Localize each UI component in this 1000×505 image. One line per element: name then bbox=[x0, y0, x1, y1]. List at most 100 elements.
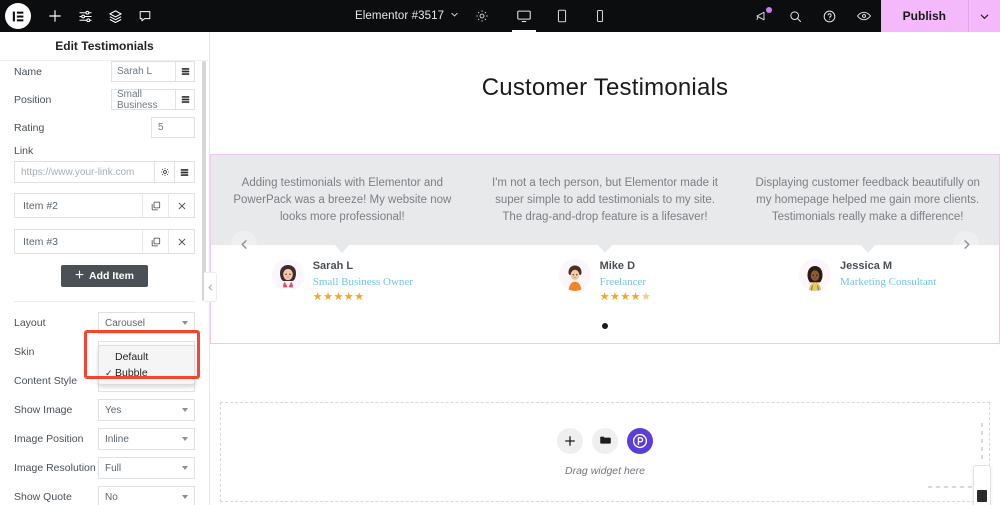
testimonials-widget[interactable]: Adding testimonials with Elementor and P… bbox=[210, 154, 1000, 344]
dropdown-option-label: Default bbox=[115, 351, 149, 363]
testimonial-role: Freelancer bbox=[599, 276, 647, 288]
folder-icon[interactable] bbox=[592, 427, 618, 454]
avatar bbox=[558, 259, 591, 291]
image-position-select[interactable]: Inline bbox=[98, 428, 195, 450]
testimonial-quote: Displaying customer feedback beautifully… bbox=[755, 176, 980, 223]
name-control-group: Sarah L bbox=[111, 61, 195, 82]
layout-select-value: Carousel bbox=[105, 317, 146, 329]
elementor-logo-icon[interactable] bbox=[5, 3, 31, 29]
field-row-rating: Rating 5 bbox=[14, 117, 195, 138]
dynamic-tags-icon[interactable] bbox=[175, 161, 195, 183]
panel-collapse-handle[interactable] bbox=[204, 272, 217, 302]
decorative-dashed-line-vertical bbox=[981, 423, 983, 461]
decorative-dashed-line-horizontal bbox=[928, 486, 974, 488]
control-label-layout: Layout bbox=[14, 317, 46, 329]
top-toolbar: Elementor #3517 Publish bbox=[0, 0, 1000, 32]
layers-icon[interactable] bbox=[100, 0, 130, 32]
settings-sliders-icon[interactable] bbox=[70, 0, 100, 32]
show-image-select-value: Yes bbox=[105, 404, 122, 416]
control-label-skin: Skin bbox=[14, 346, 35, 358]
control-row-image-position: Image Position Inline bbox=[14, 428, 195, 450]
control-row-image-resolution: Image Resolution Full bbox=[14, 457, 195, 479]
device-tablet-button[interactable] bbox=[543, 0, 581, 32]
comment-icon[interactable] bbox=[130, 0, 160, 32]
rating-input[interactable]: 5 bbox=[151, 117, 195, 138]
canvas-scrollbar[interactable] bbox=[973, 465, 991, 505]
testimonial-rating-stars: ★★★★★ bbox=[599, 291, 652, 303]
device-mobile-button[interactable] bbox=[581, 0, 619, 32]
duplicate-icon[interactable] bbox=[142, 230, 168, 253]
chevron-down-icon bbox=[182, 437, 188, 441]
skin-dropdown-menu[interactable]: Default ✓ Bubble bbox=[98, 345, 195, 385]
document-name-button[interactable]: Elementor #3517 bbox=[355, 10, 459, 22]
avatar bbox=[271, 259, 304, 291]
show-quote-select[interactable]: No bbox=[98, 486, 195, 505]
add-icon[interactable] bbox=[40, 0, 70, 32]
control-label-content-style: Content Style bbox=[14, 375, 78, 387]
repeater-item-2[interactable]: Item #2 bbox=[14, 193, 195, 218]
testimonial-quote: Adding testimonials with Elementor and P… bbox=[233, 176, 452, 223]
megaphone-icon[interactable] bbox=[745, 0, 779, 32]
preview-canvas: Customer Testimonials Adding testimonial… bbox=[210, 32, 1000, 505]
chevron-down-icon bbox=[450, 10, 459, 22]
testimonial-people-row: Sarah L Small Business Owner ★★★★★ Mike … bbox=[211, 245, 999, 315]
editor-panel: Edit Testimonials Name Sarah L Position … bbox=[0, 32, 210, 505]
testimonial-rating-stars: ★★★★★ bbox=[312, 291, 365, 303]
control-row-layout: Layout Carousel bbox=[14, 312, 195, 334]
search-icon[interactable] bbox=[779, 0, 813, 32]
plus-icon bbox=[75, 270, 84, 282]
link-input[interactable]: https://www.your-link.com bbox=[14, 161, 155, 183]
layout-select[interactable]: Carousel bbox=[98, 312, 195, 334]
dynamic-tags-icon[interactable] bbox=[176, 89, 195, 110]
pagination-dot[interactable] bbox=[602, 323, 608, 329]
testimonial-role: Small Business Owner bbox=[312, 276, 413, 288]
canvas-scrollbar-thumb[interactable] bbox=[977, 490, 987, 502]
show-image-select[interactable]: Yes bbox=[98, 399, 195, 421]
testimonial-bubble: I'm not a tech person, but Elementor mad… bbox=[474, 155, 737, 245]
control-label-show-image: Show Image bbox=[14, 404, 73, 416]
repeater-item-3[interactable]: Item #3 bbox=[14, 229, 195, 254]
gear-icon[interactable] bbox=[475, 9, 489, 23]
image-resolution-select[interactable]: Full bbox=[98, 457, 195, 479]
add-item-button[interactable]: Add Item bbox=[61, 265, 148, 287]
toolbar-left-group bbox=[0, 0, 160, 32]
position-control-group: Small Business bbox=[111, 89, 195, 111]
preview-eye-icon[interactable] bbox=[847, 0, 881, 32]
elementor-editor: Elementor #3517 Publish Edit Testimonial… bbox=[0, 0, 1000, 505]
position-input[interactable]: Small Business bbox=[111, 89, 176, 111]
field-label-rating: Rating bbox=[14, 121, 45, 134]
drag-widget-dropzone[interactable]: Drag widget here bbox=[220, 402, 990, 502]
repeater-item-label: Item #2 bbox=[23, 199, 59, 212]
testimonial-person: Mike D Freelancer ★★★★★ bbox=[474, 259, 737, 315]
page-title: Customer Testimonials bbox=[481, 74, 729, 101]
image-resolution-select-value: Full bbox=[105, 462, 122, 474]
carousel-prev-button[interactable] bbox=[231, 231, 257, 257]
carousel-pagination[interactable] bbox=[211, 323, 999, 329]
panel-divider bbox=[14, 301, 195, 302]
control-label-show-quote: Show Quote bbox=[14, 491, 72, 503]
field-row-position: Position Small Business bbox=[14, 89, 195, 111]
testimonial-bubble: Adding testimonials with Elementor and P… bbox=[211, 155, 474, 245]
control-label-image-resolution: Image Resolution bbox=[14, 462, 96, 474]
device-desktop-button[interactable] bbox=[505, 0, 543, 32]
duplicate-icon[interactable] bbox=[142, 194, 168, 217]
dropdown-option-default[interactable]: Default bbox=[99, 349, 194, 365]
testimonial-quote: I'm not a tech person, but Elementor mad… bbox=[492, 176, 718, 223]
panel-header: Edit Testimonials bbox=[0, 32, 209, 61]
carousel-next-button[interactable] bbox=[953, 231, 979, 257]
close-icon[interactable] bbox=[168, 230, 194, 253]
testimonial-person: Sarah L Small Business Owner ★★★★★ bbox=[211, 259, 474, 315]
field-row-link: Link https://www.your-link.com bbox=[14, 145, 195, 183]
powerpack-icon[interactable] bbox=[627, 427, 653, 454]
help-icon[interactable] bbox=[813, 0, 847, 32]
dynamic-tags-icon[interactable] bbox=[176, 61, 195, 82]
close-icon[interactable] bbox=[168, 194, 194, 217]
dropdown-option-bubble[interactable]: ✓ Bubble bbox=[99, 365, 194, 381]
device-mode-switcher bbox=[505, 0, 619, 32]
document-name-label: Elementor #3517 bbox=[355, 10, 445, 22]
publish-button[interactable]: Publish bbox=[880, 0, 968, 32]
name-input[interactable]: Sarah L bbox=[111, 61, 176, 82]
publish-options-caret-icon[interactable] bbox=[968, 0, 1000, 32]
plus-icon[interactable] bbox=[557, 427, 583, 454]
gear-icon[interactable] bbox=[155, 161, 175, 183]
